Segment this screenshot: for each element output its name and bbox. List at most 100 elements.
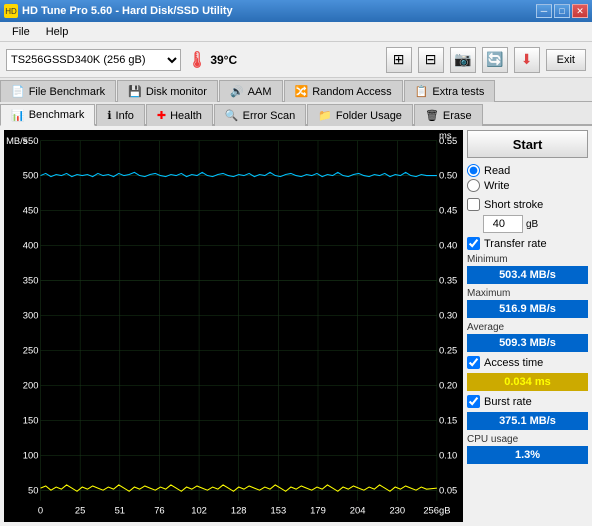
svg-text:250: 250 xyxy=(23,345,39,356)
tab-file-benchmark[interactable]: 📄 File Benchmark xyxy=(0,80,116,102)
svg-text:0: 0 xyxy=(38,505,43,516)
svg-text:0.25: 0.25 xyxy=(439,345,457,356)
svg-text:0.45: 0.45 xyxy=(439,206,457,217)
burst-rate-option[interactable]: Burst rate xyxy=(467,395,588,408)
tab-info-label: Info xyxy=(116,110,134,122)
short-stroke-checkbox[interactable] xyxy=(467,198,480,211)
svg-text:204: 204 xyxy=(350,505,366,516)
tab-bar-top: 📄 File Benchmark 💾 Disk monitor 🔊 AAM 🔀 … xyxy=(0,78,592,102)
access-time-checkbox[interactable] xyxy=(467,356,480,369)
tab-disk-monitor[interactable]: 💾 Disk monitor xyxy=(117,80,218,102)
average-stat: Average 509.3 MB/s xyxy=(467,322,588,352)
write-label: Write xyxy=(484,180,509,192)
tab-info[interactable]: ℹ Info xyxy=(96,104,145,126)
svg-text:179: 179 xyxy=(310,505,326,516)
average-value: 509.3 MB/s xyxy=(467,334,588,352)
window-title: HD Tune Pro 5.60 - Hard Disk/SSD Utility xyxy=(22,5,233,17)
burst-rate-checkbox[interactable] xyxy=(467,395,480,408)
health-icon: ✚ xyxy=(157,109,166,122)
access-time-value: 0.034 ms xyxy=(467,373,588,391)
temperature-value: 39°C xyxy=(210,53,237,67)
svg-text:150: 150 xyxy=(23,415,39,426)
svg-text:153: 153 xyxy=(271,505,287,516)
access-time-stat: 0.034 ms xyxy=(467,373,588,391)
tab-health[interactable]: ✚ Health xyxy=(146,104,213,126)
tab-extra-tests[interactable]: 📋 Extra tests xyxy=(404,80,496,102)
minimum-label: Minimum xyxy=(467,254,588,265)
svg-text:0.40: 0.40 xyxy=(439,241,457,252)
gb-input[interactable] xyxy=(483,215,523,233)
tab-health-label: Health xyxy=(170,110,202,122)
toolbar-btn-5[interactable]: ⬇ xyxy=(514,47,540,73)
tab-file-benchmark-label: File Benchmark xyxy=(29,86,105,98)
tab-random-access[interactable]: 🔀 Random Access xyxy=(284,80,403,102)
maximum-label: Maximum xyxy=(467,288,588,299)
cpu-usage-stat: CPU usage 1.3% xyxy=(467,434,588,464)
read-write-options: Read Write xyxy=(467,162,588,194)
menu-help[interactable]: Help xyxy=(38,24,77,40)
right-panel: Start Read Write Short stroke gB Transfe… xyxy=(467,126,592,526)
svg-text:0.35: 0.35 xyxy=(439,276,457,287)
toolbar-btn-2[interactable]: ⊟ xyxy=(418,47,444,73)
maximum-stat: Maximum 516.9 MB/s xyxy=(467,288,588,318)
menu-bar: File Help xyxy=(0,22,592,42)
minimize-button[interactable]: ─ xyxy=(536,4,552,18)
transfer-rate-option[interactable]: Transfer rate xyxy=(467,237,588,250)
transfer-rate-checkbox[interactable] xyxy=(467,237,480,250)
close-button[interactable]: ✕ xyxy=(572,4,588,18)
svg-text:0.30: 0.30 xyxy=(439,311,457,322)
svg-text:76: 76 xyxy=(154,505,164,516)
access-time-option[interactable]: Access time xyxy=(467,356,588,369)
short-stroke-option[interactable]: Short stroke xyxy=(467,198,588,211)
tab-error-scan[interactable]: 🔍 Error Scan xyxy=(214,104,306,126)
folder-usage-icon: 📁 xyxy=(318,109,332,122)
tab-error-scan-label: Error Scan xyxy=(243,110,296,122)
burst-rate-label: Burst rate xyxy=(484,396,532,408)
random-access-icon: 🔀 xyxy=(295,85,309,98)
tab-extra-tests-label: Extra tests xyxy=(432,86,484,98)
file-benchmark-icon: 📄 xyxy=(11,85,25,98)
tab-folder-usage-label: Folder Usage xyxy=(336,110,402,122)
toolbar-btn-4[interactable]: 🔄 xyxy=(482,47,508,73)
cpu-usage-value: 1.3% xyxy=(467,446,588,464)
tab-aam[interactable]: 🔊 AAM xyxy=(219,80,283,102)
thermometer-icon: 🌡 xyxy=(187,50,207,70)
write-option[interactable]: Write xyxy=(467,179,588,192)
svg-text:256gB: 256gB xyxy=(423,505,450,516)
exit-button[interactable]: Exit xyxy=(546,49,586,71)
write-radio[interactable] xyxy=(467,179,480,192)
access-time-label: Access time xyxy=(484,357,543,369)
tab-benchmark-label: Benchmark xyxy=(29,109,85,121)
tab-folder-usage[interactable]: 📁 Folder Usage xyxy=(307,104,413,126)
tab-erase[interactable]: 🗑 Erase xyxy=(414,104,483,126)
temperature-display: 🌡 39°C xyxy=(187,50,237,70)
svg-text:50: 50 xyxy=(28,485,38,496)
svg-text:450: 450 xyxy=(23,206,39,217)
transfer-rate-label: Transfer rate xyxy=(484,238,547,250)
svg-text:MB/s: MB/s xyxy=(6,136,28,147)
svg-text:128: 128 xyxy=(231,505,247,516)
minimum-value: 503.4 MB/s xyxy=(467,266,588,284)
erase-icon: 🗑 xyxy=(425,109,439,122)
svg-text:0.20: 0.20 xyxy=(439,380,457,391)
cpu-usage-label: CPU usage xyxy=(467,434,588,445)
burst-rate-value: 375.1 MB/s xyxy=(467,412,588,430)
disk-selector[interactable]: TS256GSSD340K (256 gB) xyxy=(6,49,181,71)
svg-text:102: 102 xyxy=(191,505,207,516)
chart-area: 550 500 450 400 350 300 250 200 150 100 … xyxy=(4,130,463,522)
maximize-button[interactable]: □ xyxy=(554,4,570,18)
menu-file[interactable]: File xyxy=(4,24,38,40)
gb-field: gB xyxy=(483,215,588,233)
svg-text:0.15: 0.15 xyxy=(439,415,457,426)
read-option[interactable]: Read xyxy=(467,164,588,177)
main-content: 550 500 450 400 350 300 250 200 150 100 … xyxy=(0,126,592,526)
start-button[interactable]: Start xyxy=(467,130,588,158)
svg-text:300: 300 xyxy=(23,311,39,322)
read-radio[interactable] xyxy=(467,164,480,177)
tab-benchmark[interactable]: 📊 Benchmark xyxy=(0,104,95,126)
toolbar-btn-1[interactable]: ⊞ xyxy=(386,47,412,73)
tab-aam-label: AAM xyxy=(248,86,272,98)
svg-text:100: 100 xyxy=(23,450,39,461)
minimum-stat: Minimum 503.4 MB/s xyxy=(467,254,588,284)
toolbar-btn-3[interactable]: 📷 xyxy=(450,47,476,73)
